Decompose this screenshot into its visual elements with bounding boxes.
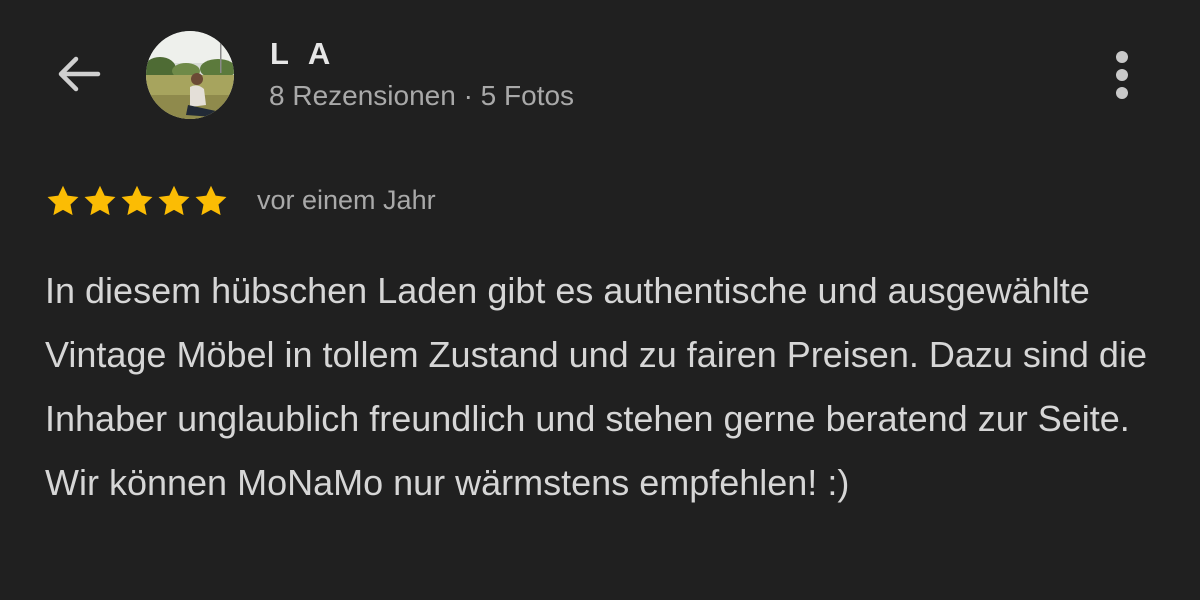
user-name[interactable]: L A xyxy=(270,36,336,72)
star-icon xyxy=(47,185,79,216)
review-screen: L A 8 Rezensionen · 5 Fotos vor einem Ja… xyxy=(0,0,1200,600)
more-vertical-icon-dot xyxy=(1116,87,1128,99)
user-review-photo-count: 8 Rezensionen · 5 Fotos xyxy=(269,80,575,111)
star-icon xyxy=(158,185,190,216)
more-vertical-icon xyxy=(1116,51,1128,63)
back-button[interactable] xyxy=(50,48,106,100)
more-vertical-icon-dot xyxy=(1116,69,1128,81)
avatar[interactable] xyxy=(146,31,234,119)
avatar-photo xyxy=(146,31,234,119)
star-icon xyxy=(195,185,227,216)
arrow-left-icon xyxy=(58,56,101,92)
star-rating xyxy=(45,183,229,219)
review-date: vor einem Jahr xyxy=(257,185,436,215)
star-icon xyxy=(84,185,116,216)
star-icon xyxy=(121,185,153,216)
review-text: In diesem hübschen Laden gibt es authent… xyxy=(45,270,1147,503)
more-options-button[interactable] xyxy=(1100,48,1144,102)
